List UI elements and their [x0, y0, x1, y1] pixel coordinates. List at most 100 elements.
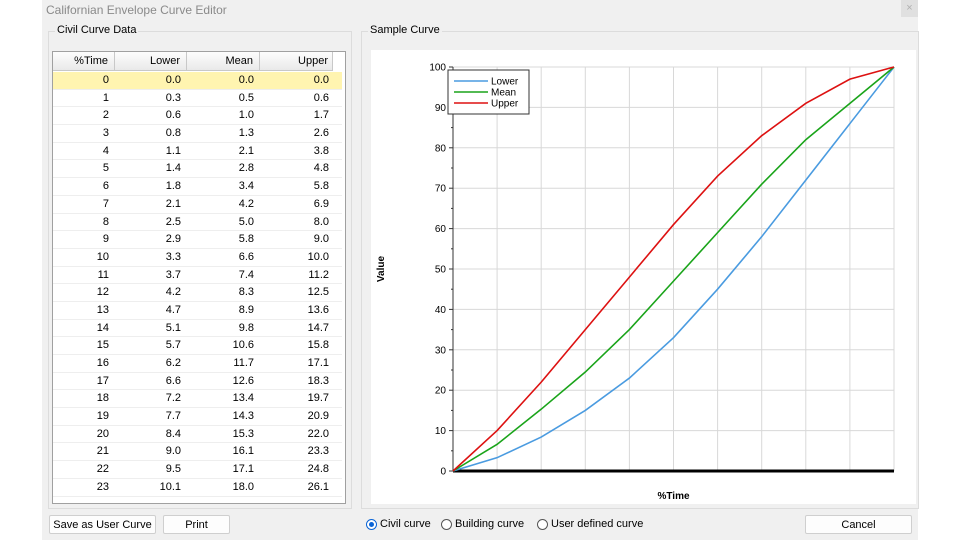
table-row[interactable]: 5 1.4 2.8 4.8 — [53, 160, 342, 179]
cell-time[interactable]: 5 — [53, 160, 115, 177]
cell-lower[interactable]: 6.6 — [115, 373, 187, 390]
cell-time[interactable]: 4 — [53, 143, 115, 160]
cell-mean[interactable]: 11.7 — [187, 355, 260, 372]
cell-time[interactable]: 10 — [53, 249, 115, 266]
radio-building-curve[interactable]: Building curve — [441, 517, 524, 531]
column-header-time[interactable]: %Time — [53, 52, 115, 71]
cell-mean[interactable]: 7.4 — [187, 267, 260, 284]
table-row[interactable]: 1 0.3 0.5 0.6 — [53, 90, 342, 108]
cell-upper[interactable]: 18.3 — [260, 373, 333, 390]
cell-mean[interactable]: 4.2 — [187, 196, 260, 213]
cell-mean[interactable]: 15.3 — [187, 426, 260, 443]
cell-upper[interactable]: 26.1 — [260, 479, 333, 496]
cell-mean[interactable]: 2.1 — [187, 143, 260, 160]
cell-lower[interactable]: 6.2 — [115, 355, 187, 372]
cell-lower[interactable]: 1.4 — [115, 160, 187, 177]
cell-lower[interactable]: 3.3 — [115, 249, 187, 266]
cell-mean[interactable]: 1.3 — [187, 125, 260, 142]
cell-time[interactable]: 0 — [53, 72, 115, 89]
cell-mean[interactable]: 6.6 — [187, 249, 260, 266]
column-header-upper[interactable]: Upper — [260, 52, 333, 71]
radio-building-indicator[interactable] — [441, 518, 452, 530]
cell-time[interactable]: 14 — [53, 320, 115, 337]
column-header-lower[interactable]: Lower — [115, 52, 187, 71]
table-row[interactable]: 0 0.0 0.0 0.0 — [53, 72, 342, 90]
table-row[interactable]: 15 5.7 10.6 15.8 — [53, 337, 342, 355]
cell-time[interactable]: 3 — [53, 125, 115, 142]
table-row[interactable]: 18 7.2 13.4 19.7 — [53, 390, 342, 409]
cell-time[interactable]: 20 — [53, 426, 115, 443]
cell-lower[interactable]: 1.1 — [115, 143, 187, 160]
cell-upper[interactable]: 6.9 — [260, 196, 333, 213]
print-button[interactable]: Print — [163, 515, 230, 534]
table-row[interactable]: 20 8.4 15.3 22.0 — [53, 426, 342, 444]
cell-upper[interactable]: 20.9 — [260, 408, 333, 425]
cell-upper[interactable]: 3.8 — [260, 143, 333, 160]
cell-lower[interactable]: 2.5 — [115, 214, 187, 231]
table-row[interactable]: 16 6.2 11.7 17.1 — [53, 355, 342, 373]
cell-lower[interactable]: 0.8 — [115, 125, 187, 142]
cell-upper[interactable]: 23.3 — [260, 443, 333, 460]
cell-upper[interactable]: 19.7 — [260, 390, 333, 407]
cell-lower[interactable]: 5.1 — [115, 320, 187, 337]
table-row[interactable]: 7 2.1 4.2 6.9 — [53, 196, 342, 214]
cell-mean[interactable]: 5.8 — [187, 231, 260, 248]
cell-mean[interactable]: 10.6 — [187, 337, 260, 354]
cell-mean[interactable]: 14.3 — [187, 408, 260, 425]
cell-time[interactable]: 23 — [53, 479, 115, 496]
table-row[interactable]: 10 3.3 6.6 10.0 — [53, 249, 342, 267]
cell-upper[interactable]: 15.8 — [260, 337, 333, 354]
cell-time[interactable]: 1 — [53, 90, 115, 107]
cell-lower[interactable]: 7.2 — [115, 390, 187, 407]
cell-upper[interactable]: 8.0 — [260, 214, 333, 231]
cell-upper[interactable]: 14.7 — [260, 320, 333, 337]
save-as-user-curve-button[interactable]: Save as User Curve — [49, 515, 156, 534]
cell-mean[interactable]: 9.8 — [187, 320, 260, 337]
cell-mean[interactable]: 5.0 — [187, 214, 260, 231]
table-row[interactable]: 17 6.6 12.6 18.3 — [53, 373, 342, 391]
cell-lower[interactable]: 0.0 — [115, 72, 187, 89]
cell-lower[interactable]: 10.1 — [115, 479, 187, 496]
cell-mean[interactable]: 17.1 — [187, 461, 260, 478]
cell-upper[interactable]: 11.2 — [260, 267, 333, 284]
cell-time[interactable]: 22 — [53, 461, 115, 478]
cell-upper[interactable]: 0.0 — [260, 72, 333, 89]
cancel-button[interactable]: Cancel — [805, 515, 912, 534]
radio-user-defined-curve[interactable]: User defined curve — [537, 517, 643, 531]
cell-lower[interactable]: 4.2 — [115, 284, 187, 301]
cell-time[interactable]: 7 — [53, 196, 115, 213]
radio-user-defined-indicator[interactable] — [537, 518, 548, 530]
cell-mean[interactable]: 16.1 — [187, 443, 260, 460]
cell-upper[interactable]: 17.1 — [260, 355, 333, 372]
cell-lower[interactable]: 5.7 — [115, 337, 187, 354]
cell-lower[interactable]: 0.6 — [115, 107, 187, 124]
table-row[interactable]: 12 4.2 8.3 12.5 — [53, 284, 342, 302]
cell-upper[interactable]: 9.0 — [260, 231, 333, 248]
column-header-mean[interactable]: Mean — [187, 52, 260, 71]
cell-lower[interactable]: 2.1 — [115, 196, 187, 213]
cell-time[interactable]: 12 — [53, 284, 115, 301]
table-row[interactable]: 13 4.7 8.9 13.6 — [53, 302, 342, 320]
cell-mean[interactable]: 13.4 — [187, 390, 260, 407]
cell-time[interactable]: 9 — [53, 231, 115, 248]
cell-mean[interactable]: 0.0 — [187, 72, 260, 89]
cell-lower[interactable]: 7.7 — [115, 408, 187, 425]
table-row[interactable]: 4 1.1 2.1 3.8 — [53, 143, 342, 161]
cell-time[interactable]: 15 — [53, 337, 115, 354]
table-row[interactable]: 8 2.5 5.0 8.0 — [53, 214, 342, 232]
cell-time[interactable]: 18 — [53, 390, 115, 407]
cell-time[interactable]: 16 — [53, 355, 115, 372]
table-row[interactable]: 23 10.1 18.0 26.1 — [53, 479, 342, 497]
table-row[interactable]: 2 0.6 1.0 1.7 — [53, 107, 342, 126]
table-row[interactable]: 14 5.1 9.8 14.7 — [53, 320, 342, 338]
cell-mean[interactable]: 1.0 — [187, 107, 260, 124]
cell-mean[interactable]: 3.4 — [187, 178, 260, 195]
table-row[interactable]: 19 7.7 14.3 20.9 — [53, 408, 342, 426]
cell-mean[interactable]: 8.9 — [187, 302, 260, 319]
table-row[interactable]: 6 1.8 3.4 5.8 — [53, 178, 342, 196]
cell-upper[interactable]: 4.8 — [260, 160, 333, 177]
cell-upper[interactable]: 13.6 — [260, 302, 333, 319]
cell-upper[interactable]: 1.7 — [260, 107, 333, 124]
cell-lower[interactable]: 9.5 — [115, 461, 187, 478]
radio-civil-indicator[interactable] — [366, 518, 377, 530]
